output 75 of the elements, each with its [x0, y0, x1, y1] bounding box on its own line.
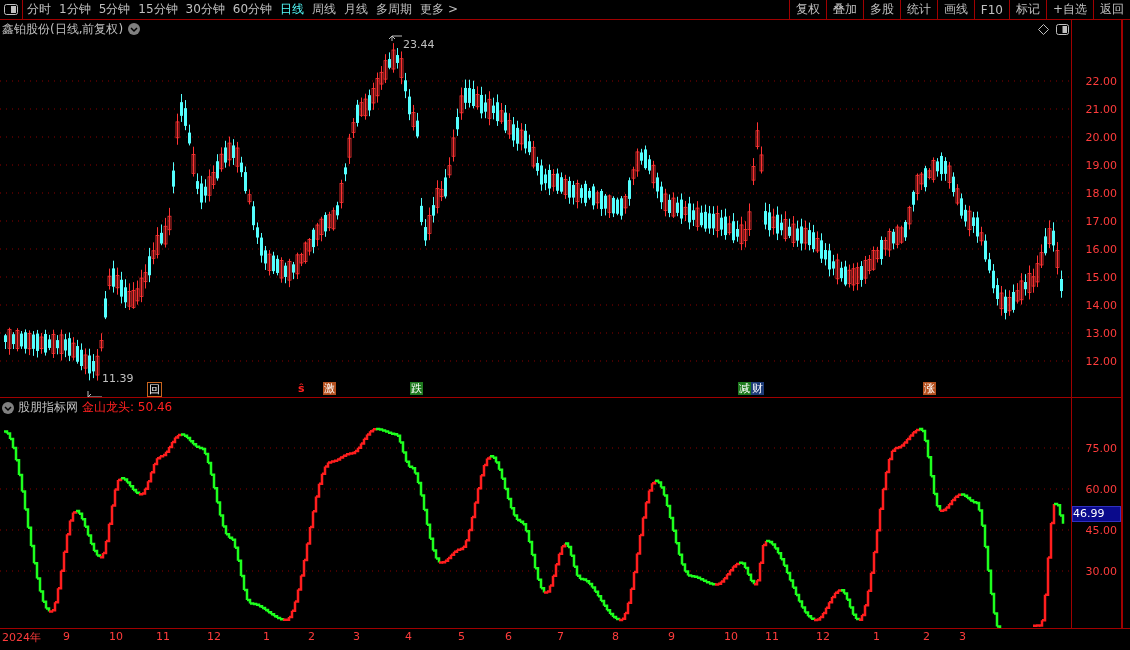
- current-value-label: 46.99: [1072, 506, 1121, 522]
- price-tick: 17.00: [1085, 214, 1117, 228]
- date-label: 10: [724, 630, 738, 643]
- date-label: 1: [873, 630, 880, 643]
- toolbar-button[interactable]: +自选: [1045, 0, 1093, 19]
- signal-marker: 跌: [410, 382, 423, 395]
- date-label: 5: [458, 630, 465, 643]
- diamond-icon[interactable]: [1038, 24, 1049, 35]
- toolbar-button[interactable]: 标记: [1008, 0, 1046, 19]
- date-label: 2: [308, 630, 315, 643]
- price-tick: 13.00: [1085, 326, 1117, 340]
- indicator-tick: 75.00: [1085, 441, 1117, 455]
- toolbar-button[interactable]: 复权: [788, 0, 826, 19]
- date-label: 9: [63, 630, 70, 643]
- toolbar-button[interactable]: 返回: [1093, 0, 1130, 19]
- price-tick: 20.00: [1085, 130, 1117, 144]
- indicator-tick: 60.00: [1085, 482, 1117, 496]
- signal-marker: 激: [323, 382, 336, 395]
- date-label: 2024年: [2, 630, 41, 645]
- date-label: 11: [156, 630, 170, 643]
- price-tick: 18.00: [1085, 186, 1117, 200]
- period-tab[interactable]: 30分钟: [181, 0, 229, 19]
- date-label: 12: [816, 630, 830, 643]
- signal-marker: ŝ: [297, 382, 306, 395]
- period-tab[interactable]: 更多 >: [416, 0, 462, 19]
- price-tick: 12.00: [1085, 354, 1117, 368]
- price-tick: 22.00: [1085, 74, 1117, 88]
- period-tab[interactable]: 月线: [340, 0, 373, 19]
- signal-marker: 减: [738, 382, 751, 395]
- indicator-tick: 30.00: [1085, 564, 1117, 578]
- date-label: 1: [263, 630, 270, 643]
- dropdown-icon[interactable]: [128, 23, 140, 35]
- price-tick: 15.00: [1085, 270, 1117, 284]
- date-label: 10: [109, 630, 123, 643]
- price-tick: 21.00: [1085, 102, 1117, 116]
- signal-marker: 财: [751, 382, 764, 395]
- high-arrow-icon: [388, 35, 403, 42]
- date-label: 12: [207, 630, 221, 643]
- date-label: 8: [612, 630, 619, 643]
- toolbar-button[interactable]: F10: [973, 0, 1009, 19]
- period-tab[interactable]: 1分钟: [55, 0, 95, 19]
- indicator-tick: 45.00: [1085, 523, 1117, 537]
- toolbar-button[interactable]: 画线: [936, 0, 974, 19]
- period-tab[interactable]: 分时: [23, 0, 55, 19]
- dropdown-icon[interactable]: [2, 401, 14, 414]
- indicator-name: 股朋指标网: [18, 399, 78, 416]
- price-tick: 14.00: [1085, 298, 1117, 312]
- price-tick: 19.00: [1085, 158, 1117, 172]
- high-price-label: 23.44: [403, 38, 435, 51]
- period-tab[interactable]: 多周期: [372, 0, 417, 19]
- date-label: 3: [353, 630, 360, 643]
- toolbar-button[interactable]: 叠加: [825, 0, 863, 19]
- low-price-label: 11.39: [102, 372, 134, 385]
- date-label: 7: [557, 630, 564, 643]
- period-tab[interactable]: 周线: [308, 0, 341, 19]
- date-label: 9: [668, 630, 675, 643]
- indicator-reading: 金山龙头: 50.46: [82, 399, 173, 416]
- toolbar-button[interactable]: 多股: [862, 0, 900, 19]
- date-label: 4: [405, 630, 412, 643]
- chart-title: 鑫铂股份(日线,前复权): [2, 21, 124, 38]
- period-tab[interactable]: 5分钟: [94, 0, 135, 19]
- date-label: 3: [959, 630, 966, 643]
- date-label: 6: [505, 630, 512, 643]
- period-tab[interactable]: 60分钟: [228, 0, 277, 19]
- price-tick: 16.00: [1085, 242, 1117, 256]
- date-label: 2: [923, 630, 930, 643]
- toolbar-button[interactable]: 统计: [899, 0, 937, 19]
- panel-toggle-icon[interactable]: [4, 4, 18, 15]
- signal-marker: 回: [147, 382, 162, 397]
- panel-toggle-icon[interactable]: [1056, 24, 1069, 35]
- period-tab[interactable]: 日线: [276, 0, 309, 19]
- date-label: 11: [765, 630, 779, 643]
- signal-marker: 涨: [923, 382, 936, 395]
- low-arrow-icon: [87, 390, 103, 397]
- period-tab[interactable]: 15分钟: [134, 0, 182, 19]
